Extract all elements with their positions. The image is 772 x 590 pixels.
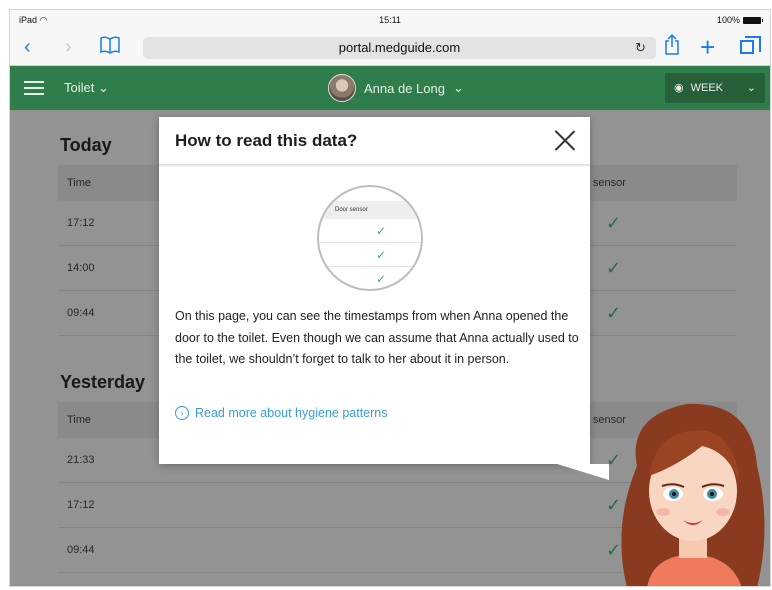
user-name: Anna de Long xyxy=(364,80,445,96)
period-label: WEEK xyxy=(690,82,724,94)
battery-icon xyxy=(743,16,763,24)
address-bar[interactable]: portal.medguide.com ↻ xyxy=(143,37,656,59)
chevron-down-icon: ⌄ xyxy=(97,80,109,95)
section-dropdown[interactable]: Toilet ⌄ xyxy=(64,80,109,96)
avatar xyxy=(328,74,356,102)
assistant-character-illustration xyxy=(621,403,765,586)
modal-title: How to read this data? xyxy=(175,131,358,150)
hamburger-icon[interactable] xyxy=(24,81,44,95)
eye-icon: ◉ xyxy=(674,82,684,94)
status-right: 100% xyxy=(716,15,763,25)
close-icon[interactable] xyxy=(554,129,576,151)
status-bar: iPad ◠ 15:11 100% xyxy=(10,10,770,32)
check-icon: ✓ xyxy=(319,219,421,243)
check-icon: ✓ xyxy=(319,243,421,267)
chevron-right-circle-icon: › xyxy=(175,406,189,420)
ipad-screen: iPad ◠ 15:11 100% ‹ › portal.medguide.co… xyxy=(9,9,771,587)
browser-toolbar: ‹ › portal.medguide.com ↻ + xyxy=(10,32,770,66)
add-tab-icon[interactable]: + xyxy=(700,34,715,60)
speech-bubble-tail xyxy=(557,464,609,480)
user-dropdown[interactable]: Anna de Long ⌄ xyxy=(328,74,464,102)
read-more-label: Read more about hygiene patterns xyxy=(195,406,388,420)
forward-icon[interactable]: › xyxy=(65,36,72,58)
period-selector[interactable]: ◉ WEEK ⌄ xyxy=(665,73,765,103)
bookmarks-icon[interactable] xyxy=(100,36,120,59)
modal-header: How to read this data? xyxy=(159,117,590,165)
app-header: Toilet ⌄ Anna de Long ⌄ ◉ WEEK ⌄ xyxy=(10,66,770,110)
modal-body: On this page, you can see the timestamps… xyxy=(175,309,579,366)
illustration-header: Door sensor xyxy=(319,201,421,219)
status-time: 15:11 xyxy=(379,15,401,25)
door-sensor-illustration: Door sensor ✓ ✓ ✓ xyxy=(317,185,423,291)
chevron-down-icon: ⌄ xyxy=(746,82,756,94)
share-icon[interactable] xyxy=(664,33,680,62)
url-text: portal.medguide.com xyxy=(338,40,461,55)
battery-percent: 100% xyxy=(716,15,740,25)
check-icon: ✓ xyxy=(319,267,421,289)
read-more-link[interactable]: › Read more about hygiene patterns xyxy=(175,406,388,420)
help-modal: How to read this data? Door sensor ✓ ✓ ✓… xyxy=(159,117,590,464)
reload-icon[interactable]: ↻ xyxy=(635,37,646,59)
chevron-down-icon: ⌄ xyxy=(452,80,464,95)
back-icon[interactable]: ‹ xyxy=(24,36,31,58)
tabs-icon[interactable] xyxy=(740,34,761,60)
section-label: Toilet xyxy=(64,80,95,95)
